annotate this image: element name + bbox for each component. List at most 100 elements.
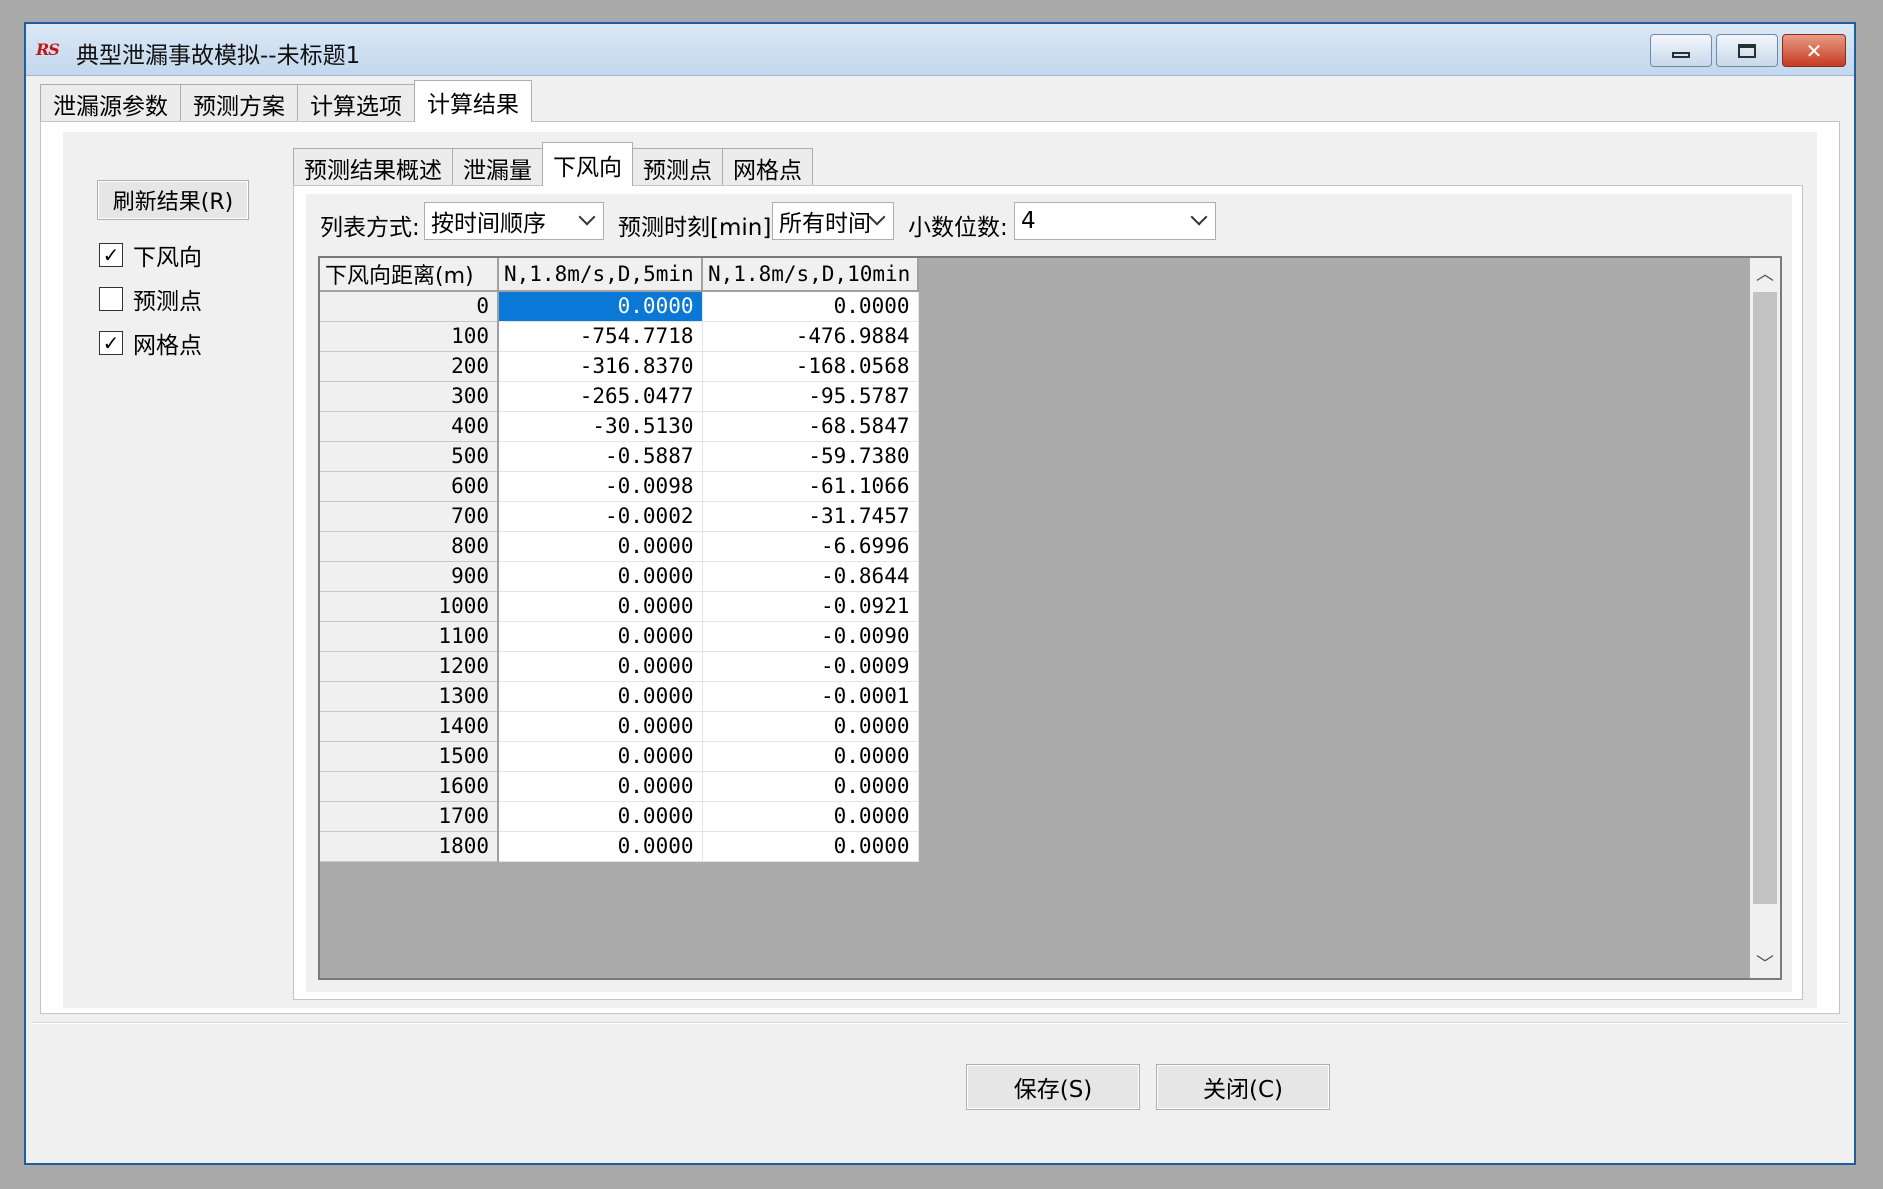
table-row[interactable]: 200 -316.8370 -168.0568: [320, 351, 919, 382]
table-cell[interactable]: -0.0002: [498, 501, 703, 532]
table-cell[interactable]: 0.0000: [498, 771, 703, 802]
table-cell[interactable]: 0.0000: [498, 801, 703, 832]
column-header-5min[interactable]: N,1.8m/s,D,5min: [498, 258, 703, 292]
table-cell[interactable]: 0.0000: [498, 561, 703, 592]
subtab-leak-amount[interactable]: 泄漏量: [452, 148, 543, 186]
table-row[interactable]: 0 0.0000 0.0000: [320, 291, 919, 322]
table-cell[interactable]: -0.0098: [498, 471, 703, 502]
scroll-down-icon[interactable]: ﹀: [1750, 948, 1780, 978]
subtab-summary[interactable]: 预测结果概述: [293, 148, 453, 186]
table-row[interactable]: 300 -265.0477 -95.5787: [320, 381, 919, 412]
table-cell[interactable]: 0.0000: [498, 681, 703, 712]
table-cell[interactable]: -476.9884: [702, 321, 919, 352]
row-header-distance[interactable]: 200: [320, 351, 499, 382]
row-header-distance[interactable]: 900: [320, 561, 499, 592]
table-cell[interactable]: 0.0000: [498, 621, 703, 652]
table-cell[interactable]: 0.0000: [498, 591, 703, 622]
row-header-distance[interactable]: 0: [320, 291, 499, 322]
row-header-distance[interactable]: 500: [320, 441, 499, 472]
table-cell[interactable]: 0.0000: [702, 831, 919, 862]
table-row[interactable]: 400 -30.5130 -68.5847: [320, 411, 919, 442]
check-downwind[interactable]: ✓ 下风向: [99, 238, 202, 272]
row-header-distance[interactable]: 1500: [320, 741, 499, 772]
scroll-up-icon[interactable]: ︿: [1750, 258, 1780, 288]
row-header-distance[interactable]: 400: [320, 411, 499, 442]
table-row[interactable]: 800 0.0000 -6.6996: [320, 531, 919, 562]
checkbox-prediction-points[interactable]: [99, 287, 123, 311]
tab-calc-results[interactable]: 计算结果: [414, 80, 532, 122]
table-cell[interactable]: -95.5787: [702, 381, 919, 412]
minimize-button[interactable]: [1650, 34, 1712, 67]
row-header-distance[interactable]: 100: [320, 321, 499, 352]
table-cell[interactable]: -68.5847: [702, 411, 919, 442]
tab-calc-options[interactable]: 计算选项: [297, 84, 415, 122]
list-mode-select[interactable]: 按时间顺序: [424, 202, 604, 240]
row-header-distance[interactable]: 1300: [320, 681, 499, 712]
save-button[interactable]: 保存(S): [966, 1064, 1140, 1110]
table-row[interactable]: 1700 0.0000 0.0000: [320, 801, 919, 832]
table-cell[interactable]: 0.0000: [702, 801, 919, 832]
table-cell[interactable]: 0.0000: [498, 291, 703, 322]
tab-leak-source-params[interactable]: 泄漏源参数: [40, 84, 181, 122]
scroll-thumb[interactable]: [1753, 292, 1777, 904]
table-row[interactable]: 500 -0.5887 -59.7380: [320, 441, 919, 472]
table-cell[interactable]: 0.0000: [498, 711, 703, 742]
subtab-grid-points[interactable]: 网格点: [722, 148, 813, 186]
checkbox-grid-points[interactable]: ✓: [99, 331, 123, 355]
checkbox-downwind[interactable]: ✓: [99, 243, 123, 267]
row-header-distance[interactable]: 1700: [320, 801, 499, 832]
table-cell[interactable]: 0.0000: [498, 741, 703, 772]
table-row[interactable]: 1000 0.0000 -0.0921: [320, 591, 919, 622]
table-row[interactable]: 1500 0.0000 0.0000: [320, 741, 919, 772]
table-row[interactable]: 1100 0.0000 -0.0090: [320, 621, 919, 652]
table-cell[interactable]: -30.5130: [498, 411, 703, 442]
row-header-distance[interactable]: 1800: [320, 831, 499, 862]
row-header-distance[interactable]: 1000: [320, 591, 499, 622]
table-row[interactable]: 1300 0.0000 -0.0001: [320, 681, 919, 712]
table-cell[interactable]: -168.0568: [702, 351, 919, 382]
downwind-results-grid[interactable]: 下风向距离(m) N,1.8m/s,D,5min N,1.8m/s,D,10mi…: [318, 256, 1782, 980]
table-cell[interactable]: 0.0000: [702, 771, 919, 802]
prediction-time-select[interactable]: 所有时间: [772, 202, 894, 240]
title-bar[interactable]: RS 典型泄漏事故模拟--未标题1 ✕: [26, 24, 1854, 76]
tab-prediction-scheme[interactable]: 预测方案: [180, 84, 298, 122]
grid-vertical-scrollbar[interactable]: ︿ ﹀: [1750, 258, 1780, 978]
table-cell[interactable]: -0.0001: [702, 681, 919, 712]
row-header-distance[interactable]: 1400: [320, 711, 499, 742]
table-cell[interactable]: -0.8644: [702, 561, 919, 592]
check-grid-points[interactable]: ✓ 网格点: [99, 326, 202, 360]
table-cell[interactable]: 0.0000: [498, 651, 703, 682]
table-row[interactable]: 1600 0.0000 0.0000: [320, 771, 919, 802]
table-row[interactable]: 900 0.0000 -0.8644: [320, 561, 919, 592]
table-cell[interactable]: 0.0000: [702, 711, 919, 742]
table-row[interactable]: 600 -0.0098 -61.1066: [320, 471, 919, 502]
decimals-select[interactable]: 4: [1014, 202, 1216, 240]
maximize-button[interactable]: [1716, 34, 1778, 67]
row-header-distance[interactable]: 700: [320, 501, 499, 532]
row-header-distance[interactable]: 1600: [320, 771, 499, 802]
row-header-distance[interactable]: 300: [320, 381, 499, 412]
table-cell[interactable]: -31.7457: [702, 501, 919, 532]
column-header-10min[interactable]: N,1.8m/s,D,10min: [702, 258, 919, 292]
table-row[interactable]: 1200 0.0000 -0.0009: [320, 651, 919, 682]
table-cell[interactable]: -61.1066: [702, 471, 919, 502]
subtab-downwind[interactable]: 下风向: [542, 142, 633, 186]
table-row[interactable]: 100 -754.7718 -476.9884: [320, 321, 919, 352]
table-cell[interactable]: -0.0921: [702, 591, 919, 622]
table-row[interactable]: 1400 0.0000 0.0000: [320, 711, 919, 742]
table-cell[interactable]: -265.0477: [498, 381, 703, 412]
table-cell[interactable]: 0.0000: [702, 291, 919, 322]
table-cell[interactable]: 0.0000: [498, 531, 703, 562]
row-header-distance[interactable]: 800: [320, 531, 499, 562]
subtab-prediction-points[interactable]: 预测点: [632, 148, 723, 186]
row-header-distance[interactable]: 600: [320, 471, 499, 502]
check-prediction-points[interactable]: 预测点: [99, 282, 202, 316]
table-cell[interactable]: -316.8370: [498, 351, 703, 382]
table-cell[interactable]: -754.7718: [498, 321, 703, 352]
close-window-button[interactable]: ✕: [1782, 34, 1846, 67]
table-cell[interactable]: 0.0000: [498, 831, 703, 862]
table-cell[interactable]: -0.0090: [702, 621, 919, 652]
table-cell[interactable]: -0.0009: [702, 651, 919, 682]
table-row[interactable]: 700 -0.0002 -31.7457: [320, 501, 919, 532]
close-button[interactable]: 关闭(C): [1156, 1064, 1330, 1110]
